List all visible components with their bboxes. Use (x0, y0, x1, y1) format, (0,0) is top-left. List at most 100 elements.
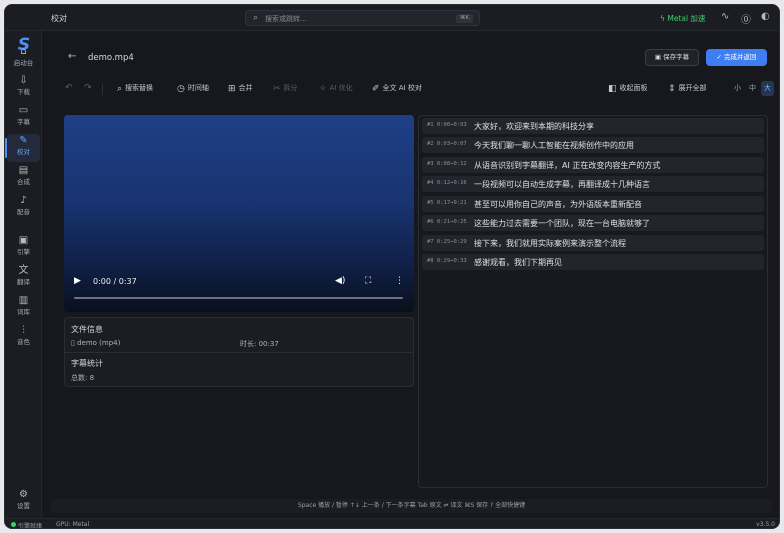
stats-title: 字幕统计 (71, 359, 103, 368)
video-progress-bar[interactable] (74, 297, 403, 299)
window-title: 校对 (51, 14, 67, 23)
collapse-panel-label: 收起面板 (619, 84, 648, 92)
main-content: ← demo.mp4 ▣ 保存字幕 ✓ 完成并返回 ↶ ↷ ⌕ 搜索替换 ◷ 时间轴… (42, 31, 779, 518)
size-large-button[interactable]: 大 (761, 81, 774, 96)
total-count: 总数: 8 (71, 374, 95, 382)
subtitle-text[interactable]: 甚至可以用你自己的声音，为外语版本重新配音 (474, 199, 642, 210)
subtitle-row[interactable]: #5 0:17→0:21 甚至可以用你自己的声音，为外语版本重新配音 (422, 196, 764, 212)
redo-button[interactable]: ↷ (84, 83, 95, 93)
subtitle-icon: ▭ (18, 105, 29, 116)
ai-optimize-label: AI 优化 (329, 84, 353, 92)
full-ai-proofread-button[interactable]: ✐ 全文 AI 校对 (372, 83, 422, 94)
subtitle-text[interactable]: 大家好，欢迎来到本期的科技分享 (474, 121, 594, 132)
back-arrow-icon[interactable]: ← (68, 51, 76, 62)
subtitle-time: #7 0:25→0:29 (427, 239, 467, 245)
split-button[interactable]: ✂ 拆分 (273, 83, 298, 94)
expand-icon: ⇕ (668, 84, 676, 94)
clock-icon: ◷ (177, 84, 185, 94)
subtitle-row[interactable]: #2 0:03→0:07 今天我们聊一聊人工智能在视频创作中的应用 (422, 137, 764, 153)
save-icon: ▣ (654, 53, 664, 61)
search-placeholder: 搜索或跳转... (265, 15, 307, 23)
book-icon: ▥ (18, 295, 29, 306)
sidebar-item-download[interactable]: ⇩ 下载 (7, 74, 40, 102)
search-replace-button[interactable]: ⌕ 搜索替换 (117, 83, 153, 94)
title-bar: 校对 ⌕ 搜索或跳转... ⌘K ϟ Metal 加速 ∿ ⓪ ◐ (5, 5, 779, 31)
sidebar-item-translate[interactable]: 文翻译 (7, 264, 40, 292)
sidebar: S ⌂ 启动台 ⇩ 下载 ▭ 字幕 ✎ 校对 ▤ 合成 ♪ 配音 ▣ 引擎 文翻译 ▥ 词库 ⫶… (5, 31, 42, 518)
subtitle-row[interactable]: #8 0:29→0:33 感谢观看，我们下期再见 (422, 254, 764, 270)
play-icon[interactable]: ▶ (74, 276, 81, 286)
theme-icon[interactable]: ◐ (761, 11, 770, 22)
sidebar-item-voice[interactable]: ⫶ 音色 (7, 324, 40, 352)
size-small-button[interactable]: 小 (731, 81, 744, 96)
sidebar-item-subtitle[interactable]: ▭ 字幕 (7, 104, 40, 132)
engine-status: 引擎就绪 (18, 523, 43, 529)
engine-status-dot (11, 522, 16, 527)
timeline-label: 时间轴 (187, 84, 209, 92)
panel-icon: ◧ (608, 84, 617, 94)
undo-button[interactable]: ↶ (65, 83, 76, 93)
home-icon: ⌂ (20, 46, 27, 57)
sparkle-icon: ✧ (319, 84, 327, 94)
info-divider (65, 352, 413, 353)
file-info-title: 文件信息 (71, 325, 103, 334)
app-version: v3.5.0 (756, 521, 775, 528)
sidebar-item-launchpad[interactable]: ⌂ 启动台 (7, 45, 40, 73)
help-icon[interactable]: ⓪ (741, 11, 751, 26)
global-search[interactable]: ⌕ 搜索或跳转... ⌘K (245, 10, 480, 26)
download-icon: ⇩ (19, 75, 28, 86)
subtitle-row[interactable]: #7 0:25→0:29 接下来，我们就用实际案例来演示整个流程 (422, 235, 764, 251)
check-icon: ✓ (716, 53, 724, 61)
subtitle-time: #8 0:29→0:33 (427, 258, 467, 264)
timeline-button[interactable]: ◷ 时间轴 (177, 83, 209, 94)
collapse-panel-button[interactable]: ◧ 收起面板 (608, 83, 648, 94)
merge-button[interactable]: ⊞ 合并 (228, 83, 253, 94)
translate-icon: 文 (18, 265, 29, 276)
subtitle-row[interactable]: #1 0:00→0:03 大家好，欢迎来到本期的科技分享 (422, 118, 764, 134)
sidebar-item-settings[interactable]: ⚙ 设置 (7, 488, 40, 516)
volume-icon[interactable]: ◀) (335, 276, 345, 286)
fullscreen-icon[interactable]: ⛶ (365, 276, 371, 286)
scissors-icon: ✂ (273, 84, 281, 94)
file-name-title: demo.mp4 (88, 53, 134, 63)
more-options-icon[interactable]: ⋮ (395, 276, 404, 286)
subtitle-text[interactable]: 今天我们聊一聊人工智能在视频创作中的应用 (474, 140, 634, 151)
ai-optimize-button[interactable]: ✧ AI 优化 (319, 83, 353, 94)
subtitle-time: #1 0:00→0:03 (427, 122, 467, 128)
subtitle-text[interactable]: 一段视频可以自动生成字幕，再翻译成十几种语言 (474, 179, 650, 190)
editor-toolbar: ↶ ↷ ⌕ 搜索替换 ◷ 时间轴 ⊞ 合并 ✂ 拆分 ✧ AI 优化 ✐ 全文 AI 校对 … (52, 79, 776, 99)
expand-all-button[interactable]: ⇕ 展开全部 (668, 83, 707, 94)
file-name-text: demo (mp4) (77, 339, 121, 347)
full-ai-proof-label: 全文 AI 校对 (382, 84, 422, 92)
file-name-value: ▯ demo (mp4) (71, 339, 120, 347)
subtitle-time: #6 0:21→0:25 (427, 219, 467, 225)
subtitle-text[interactable]: 这些能力过去需要一个团队，现在一台电脑就够了 (474, 218, 650, 229)
done-and-return-button[interactable]: ✓ 完成并返回 (706, 49, 767, 66)
size-medium-button[interactable]: 中 (746, 81, 759, 96)
sidebar-item-compose[interactable]: ▤ 合成 (7, 164, 40, 192)
save-subtitle-button[interactable]: ▣ 保存字幕 (645, 49, 699, 66)
sidebar-item-dubbing[interactable]: ♪ 配音 (7, 194, 40, 222)
expand-all-label: 展开全部 (678, 84, 707, 92)
sidebar-item-engine[interactable]: ▣ 引擎 (7, 234, 40, 262)
activity-icon[interactable]: ∿ (721, 11, 729, 22)
subtitle-row[interactable]: #6 0:21→0:25 这些能力过去需要一个团队，现在一台电脑就够了 (422, 215, 764, 231)
subtitle-time: #3 0:08→0:12 (427, 161, 467, 167)
video-player[interactable]: ▶ 0:00 / 0:37 ◀) ⛶ ⋮ (64, 115, 414, 312)
metal-acceleration-badge: ϟ Metal 加速 (660, 14, 706, 23)
subtitle-row[interactable]: #3 0:08→0:12 从语音识别到字幕翻译，AI 正在改变内容生产的方式 (422, 157, 764, 173)
merge-label: 合并 (238, 84, 253, 92)
sidebar-item-glossary[interactable]: ▥ 词库 (7, 294, 40, 322)
subtitle-text[interactable]: 感谢观看，我们下期再见 (474, 257, 562, 268)
sidebar-item-proofread[interactable]: ✎ 校对 (5, 134, 40, 162)
video-time: 0:00 / 0:37 (93, 277, 137, 286)
split-label: 拆分 (283, 84, 298, 92)
status-bar: 引擎就绪 GPU: Metal v3.5.0 (5, 518, 779, 529)
subtitle-row[interactable]: #4 0:12→0:16 一段视频可以自动生成字幕，再翻译成十几种语言 (422, 176, 764, 192)
subtitle-text[interactable]: 接下来，我们就用实际案例来演示整个流程 (474, 238, 626, 249)
gpu-status: GPU: Metal (56, 521, 90, 528)
merge-icon: ⊞ (228, 84, 236, 94)
subtitle-text[interactable]: 从语音识别到字幕翻译，AI 正在改变内容生产的方式 (474, 160, 660, 171)
cpu-icon: ▣ (18, 235, 29, 246)
search-replace-label: 搜索替换 (125, 84, 154, 92)
